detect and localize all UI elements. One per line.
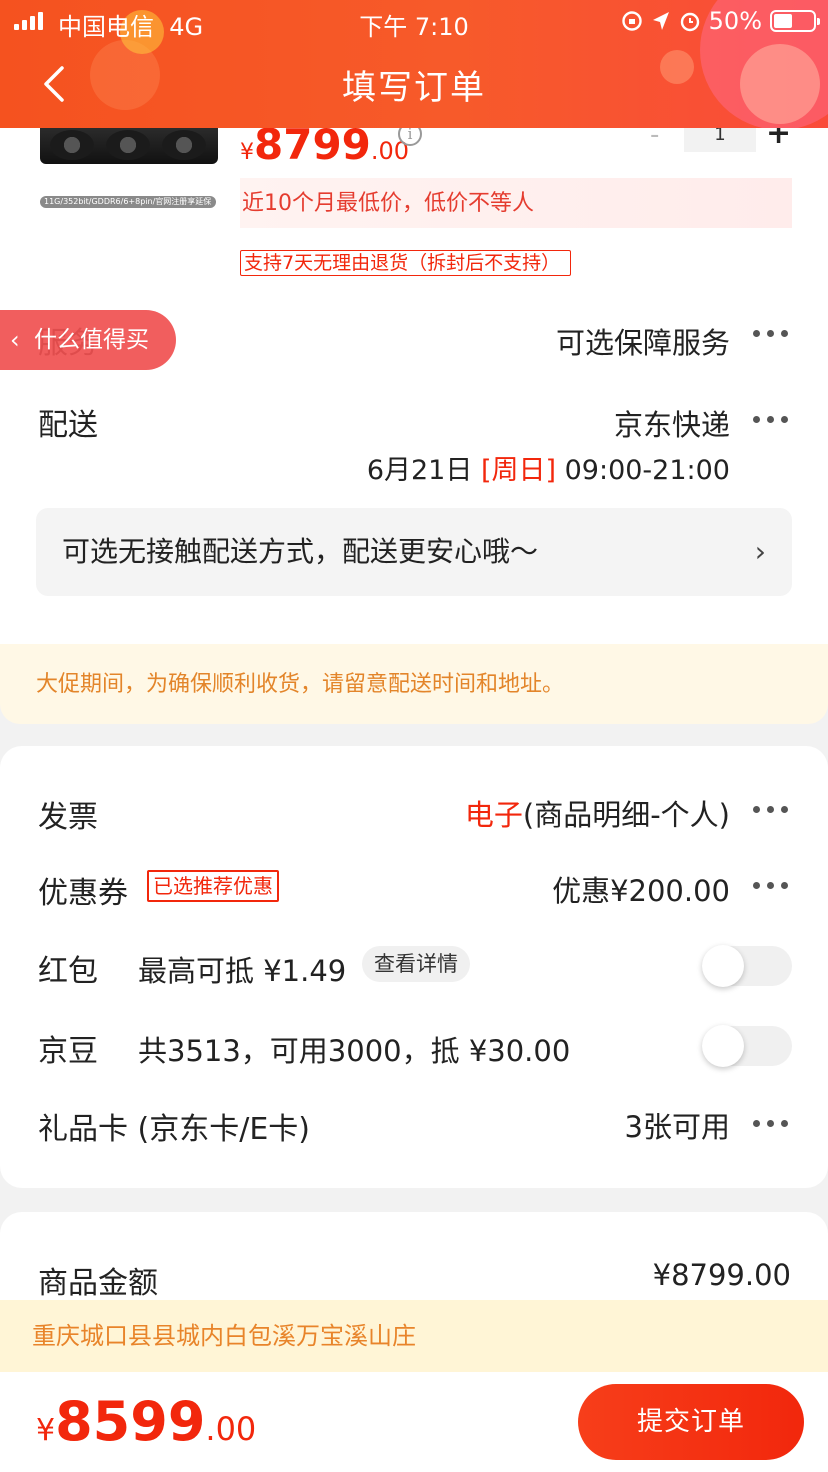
delivery-weekday: [周日]: [480, 455, 557, 486]
delivery-date: 6月21日: [366, 455, 473, 486]
submit-order-button[interactable]: 提交订单: [578, 1384, 804, 1460]
alarm-icon: [680, 12, 699, 32]
more-dots-icon[interactable]: [751, 328, 791, 340]
more-dots-icon[interactable]: [751, 880, 791, 892]
service-value[interactable]: 可选保障服务: [556, 320, 730, 362]
more-dots-icon[interactable]: [751, 804, 791, 816]
product-image-caption: 11G/352bit/GDDR6/6+8pin/官网注册享延保: [40, 196, 216, 208]
chevron-right-icon: ›: [754, 535, 766, 568]
quantity-input[interactable]: 1: [684, 124, 756, 152]
order-total: ¥8599.00: [36, 1390, 257, 1453]
more-dots-icon[interactable]: [751, 1118, 791, 1130]
jingdou-label: 京豆: [38, 1034, 98, 1069]
jingdou-text: 共3513，可用3000，抵 ¥30.00: [138, 1034, 571, 1068]
red-packet-text: 最高可抵 ¥1.49: [138, 954, 347, 988]
more-dots-icon[interactable]: [751, 414, 791, 426]
goods-amount-value: ¥8799.00: [652, 1258, 791, 1292]
delivery-address-bar[interactable]: 重庆城口县县城内白包溪万宝溪山庄: [0, 1300, 828, 1372]
product-image[interactable]: [40, 128, 218, 164]
location-icon: [652, 12, 669, 30]
smzdm-float-button[interactable]: ‹ 什么值得买: [0, 310, 176, 370]
lowest-price-banner: 近10个月最低价，低价不等人: [240, 178, 792, 228]
status-bar: 中国电信 4G 下午 7:10 50%: [0, 0, 828, 44]
page-title: 填写订单: [342, 68, 486, 108]
battery-icon: [770, 10, 820, 32]
contactless-text: 可选无接触配送方式，配送更安心哦～: [62, 535, 539, 568]
delivery-time-range: 09:00-21:00: [564, 455, 730, 486]
jingdou-toggle[interactable]: [702, 1025, 792, 1067]
gift-card-label: 礼品卡 (京东卡/E卡): [38, 1112, 311, 1147]
view-details-button[interactable]: 查看详情: [362, 946, 470, 982]
coupon-value[interactable]: 优惠¥200.00: [552, 868, 730, 910]
delivery-label: 配送: [38, 408, 98, 443]
invoice-value[interactable]: 电子(商品明细-个人): [465, 792, 730, 834]
promo-notice: 大促期间，为确保顺利收货，请留意配送时间和地址。: [0, 644, 828, 724]
contactless-delivery-option[interactable]: 可选无接触配送方式，配送更安心哦～ ›: [36, 508, 792, 596]
header-bar: 中国电信 4G 下午 7:10 50% 填写订单: [0, 0, 828, 128]
red-packet-label: 红包: [38, 954, 98, 989]
product-card: 11G/352bit/GDDR6/6+8pin/官网注册享延保 ¥8799.00…: [0, 116, 828, 644]
checkout-bar: ¥8599.00 提交订单: [0, 1372, 828, 1472]
status-right: 50%: [621, 7, 820, 35]
battery-percent: 50%: [708, 7, 762, 35]
red-packet-toggle[interactable]: [702, 945, 792, 987]
gift-card-value[interactable]: 3张可用: [625, 1104, 730, 1146]
coupon-label: 优惠券: [38, 876, 128, 911]
chevron-left-icon: ‹: [10, 326, 20, 354]
invoice-label: 发票: [38, 800, 98, 835]
delivery-time[interactable]: 6月21日 [周日] 09:00-21:00: [367, 448, 730, 487]
delivery-method[interactable]: 京东快递: [614, 402, 730, 444]
rotation-lock-icon: [621, 11, 642, 31]
payment-options-card: 发票 电子(商品明细-个人) 优惠券 已选推荐优惠 优惠¥200.00 红包 最…: [0, 746, 828, 1188]
return-policy-tag: 支持7天无理由退货（拆封后不支持）: [240, 250, 572, 276]
float-button-label: 什么值得买: [34, 327, 149, 353]
goods-amount-label: 商品金额: [38, 1266, 158, 1301]
coupon-recommend-tag: 已选推荐优惠: [147, 870, 279, 902]
